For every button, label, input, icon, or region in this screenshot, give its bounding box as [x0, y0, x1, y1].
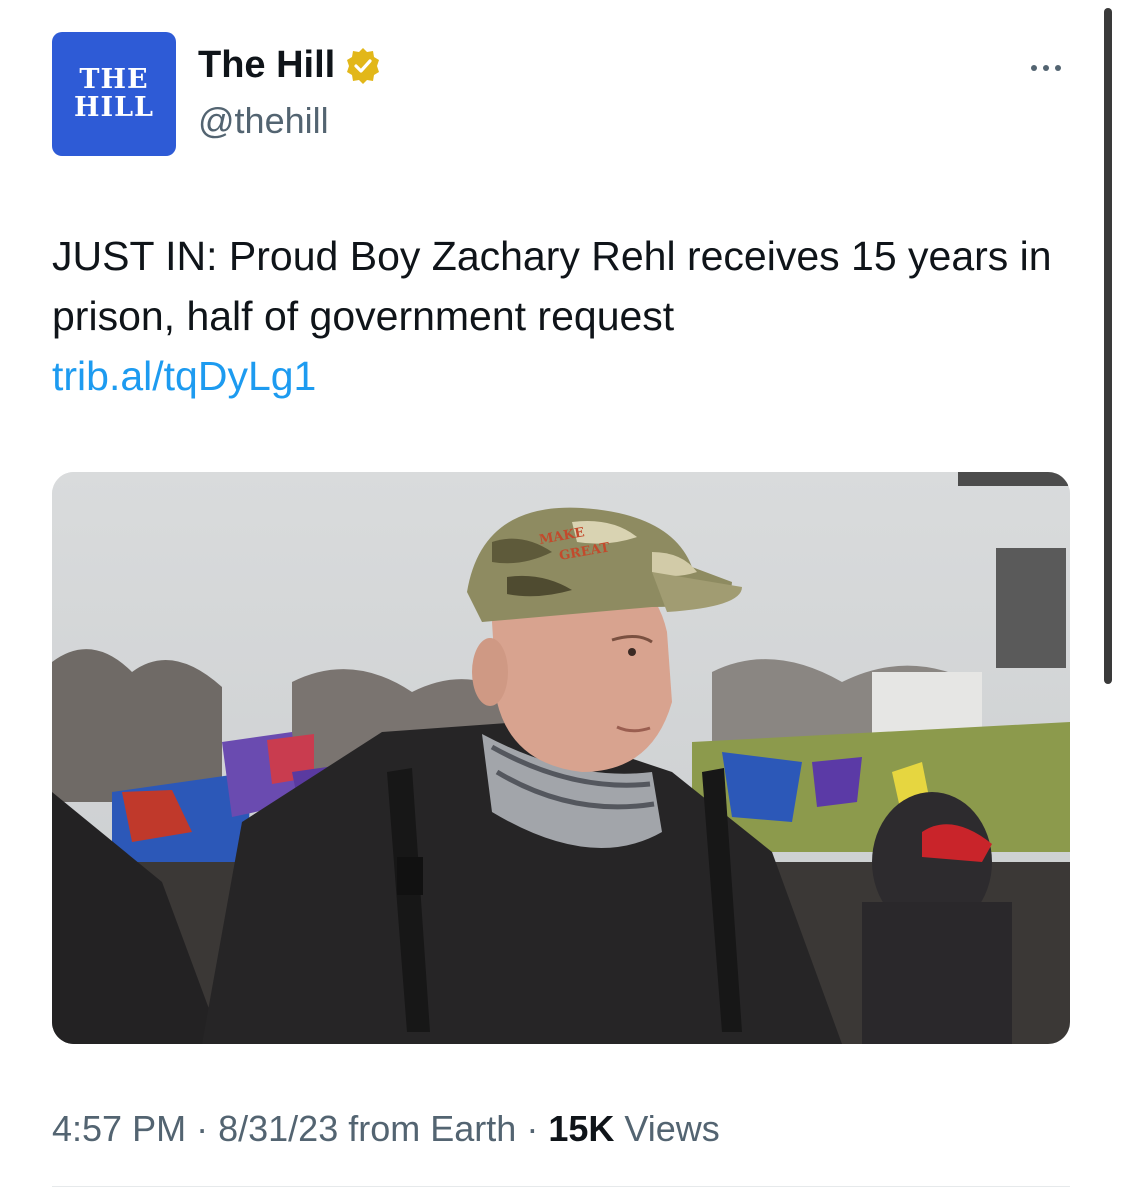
tweet-date[interactable]: 8/31/23: [218, 1108, 338, 1149]
tweet-photo[interactable]: MAKE GREAT: [52, 472, 1070, 1044]
avatar-text-line1: THE: [79, 64, 149, 95]
display-name[interactable]: The Hill: [198, 44, 335, 87]
meta-separator: ·: [196, 1108, 209, 1149]
tweet-time[interactable]: 4:57 PM: [52, 1108, 186, 1149]
views-label: Views: [624, 1108, 720, 1149]
tweet-meta: 4:57 PM · 8/31/23 from Earth · 15K Views: [52, 1108, 720, 1150]
views-count[interactable]: 15K: [548, 1108, 614, 1149]
tweet-source: from Earth: [348, 1108, 517, 1149]
tweet-text-block: JUST IN: Proud Boy Zachary Rehl receives…: [52, 226, 1072, 406]
divider: [52, 1186, 1070, 1187]
avatar[interactable]: THE HILL: [52, 32, 176, 156]
news-photo-image: MAKE GREAT: [52, 472, 1070, 1044]
user-handle[interactable]: @thehill: [198, 100, 329, 142]
meta-separator-2: ·: [526, 1108, 539, 1149]
scrollbar[interactable]: [1104, 8, 1112, 684]
more-options-icon[interactable]: [1026, 58, 1066, 78]
avatar-text-line2: HILL: [73, 92, 155, 123]
tweet-link[interactable]: trib.al/tqDyLg1: [52, 346, 1072, 406]
verified-badge-icon[interactable]: [343, 46, 383, 86]
author-name-row: The Hill: [198, 44, 383, 87]
tweet-text: JUST IN: Proud Boy Zachary Rehl receives…: [52, 233, 1052, 339]
